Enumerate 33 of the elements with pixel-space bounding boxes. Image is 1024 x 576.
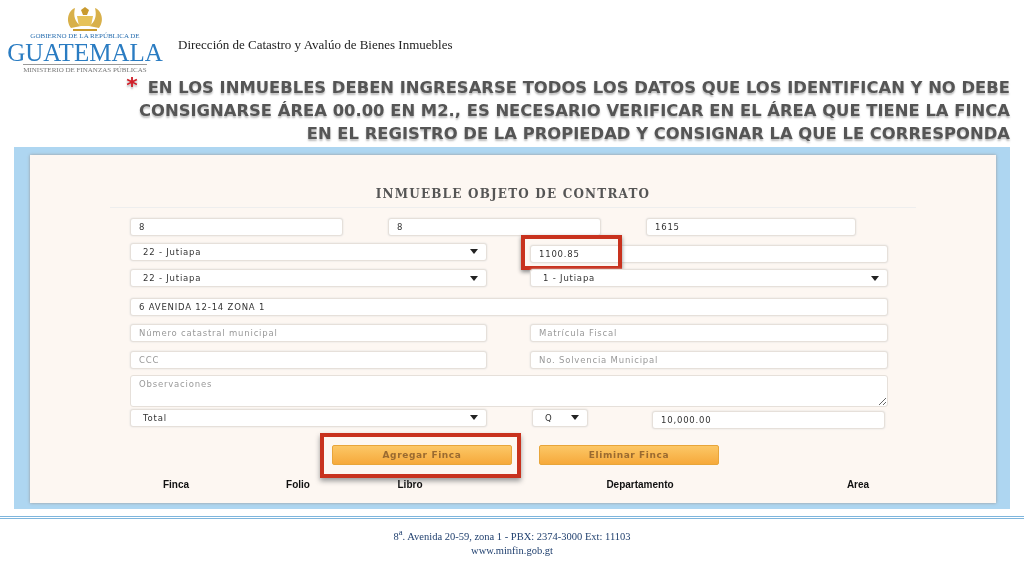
note-text: * EN LOS INMUEBLES DEBEN INGRESARSE TODOS LOS DATOS QUE LOS IDENTIFICAN Y NO DEBE CONSIGNARSE ÁREA 00.00 EN M2., ES NECESARIO VERIFICAR EN EL ÁREA QUE TIENE LA FINCA EN EL REGISTRO DE LA PROPIEDAD Y CONSIGNAR LA QUE LE CORRESPONDA bbox=[125, 74, 1010, 145]
department-title: Dirección de Catastro y Avalúo de Bienes Inmuebles bbox=[178, 37, 453, 53]
input-field[interactable]: 10,000.00 bbox=[652, 410, 885, 429]
caret-icon bbox=[470, 249, 478, 254]
dropdown[interactable]: 1 - Jutiapa bbox=[530, 269, 888, 287]
input-field[interactable]: 6 AVENIDA 12-14 ZONA 1 bbox=[130, 297, 888, 316]
caret-icon bbox=[871, 275, 879, 281]
caret-icon bbox=[470, 275, 478, 281]
column-header: Departamento bbox=[605, 478, 675, 490]
caret-icon bbox=[470, 415, 478, 420]
dropdown[interactable]: 22 - Jutiapa bbox=[130, 269, 487, 287]
column-header: Libro bbox=[396, 478, 424, 490]
input-field[interactable]: 8 bbox=[388, 218, 601, 236]
input-field[interactable]: 1100.85 bbox=[530, 244, 888, 263]
text-area[interactable]: Observaciones bbox=[130, 375, 888, 407]
input-field[interactable]: No. Solvencia Municipal bbox=[530, 350, 888, 369]
column-header: Folio bbox=[285, 478, 311, 490]
column-header: Finca bbox=[161, 478, 191, 490]
dropdown[interactable]: Total bbox=[130, 408, 487, 427]
input-field[interactable]: Número catastral municipal bbox=[130, 324, 487, 342]
dropdown[interactable]: Q bbox=[532, 408, 588, 427]
dropdown[interactable]: 22 - Jutiapa bbox=[130, 242, 487, 261]
form-title: INMUEBLE OBJETO DE CONTRATO bbox=[110, 187, 916, 208]
footer-website: www.minfin.gob.gt bbox=[471, 543, 553, 558]
input-field[interactable]: 1615 bbox=[646, 218, 856, 236]
logo-name: GUATEMALA bbox=[7, 41, 163, 64]
input-field[interactable]: CCC bbox=[130, 350, 487, 369]
input-field[interactable]: 8 bbox=[130, 218, 343, 236]
input-field[interactable]: Matrícula Fiscal bbox=[530, 324, 888, 342]
emblem-icon bbox=[65, 6, 105, 32]
caret-icon bbox=[571, 415, 579, 420]
column-header: Area bbox=[845, 478, 871, 490]
footer-address: 8$^{a}$. Avenida 20-59, zona 1 - PBX: 2374-3000 Ext: 11103 bbox=[393, 526, 631, 544]
